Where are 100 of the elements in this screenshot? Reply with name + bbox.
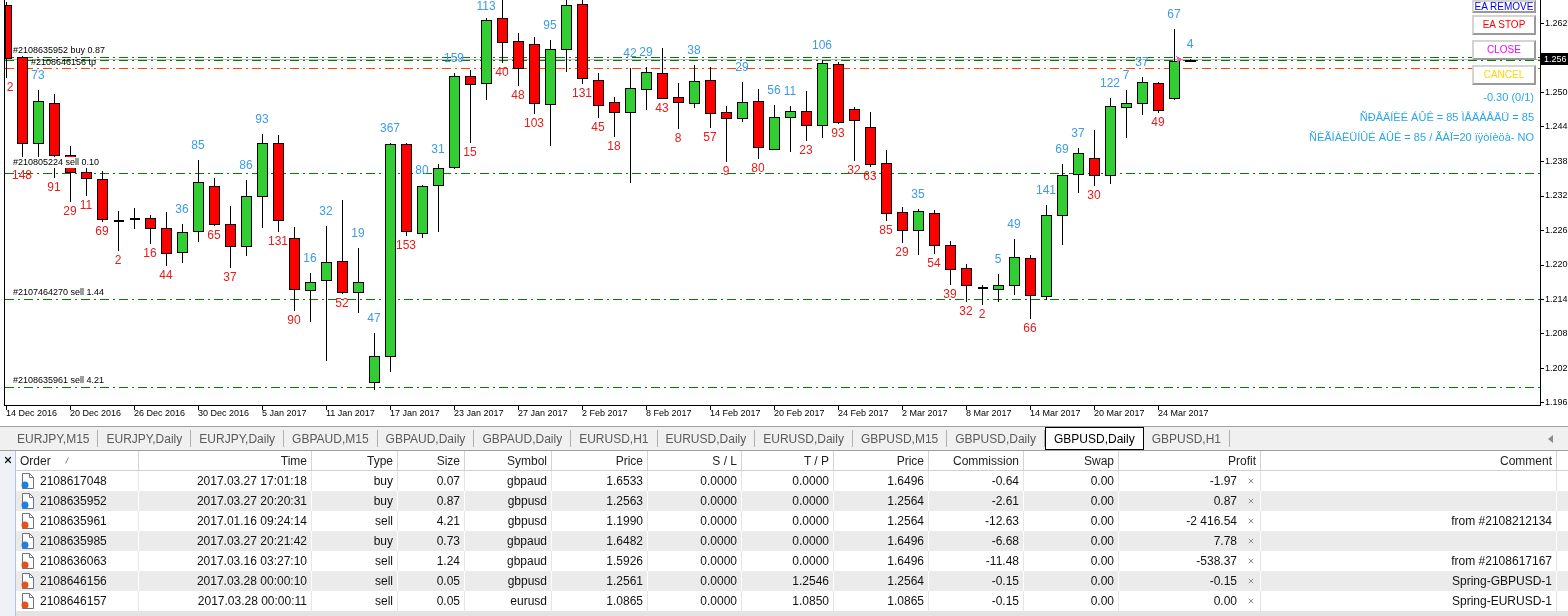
rising-candle (737, 81, 748, 123)
column-header[interactable]: Swap (1024, 451, 1119, 470)
candle-label: 54 (927, 257, 941, 269)
date-label: 26 Dec 2016 (134, 408, 186, 419)
table-cell-text: 7.78 (1213, 533, 1237, 550)
date-label: 14 Feb 2017 (710, 408, 761, 419)
candle-label: 85 (191, 139, 205, 151)
column-header[interactable]: Price (552, 451, 648, 470)
column-header[interactable]: Order (20, 451, 51, 470)
chart-tab[interactable]: EURJPY,M15 (9, 430, 99, 447)
rising-candle (1137, 76, 1148, 116)
date-label: 20 Mar 2017 (1094, 408, 1145, 419)
column-header[interactable]: Size (398, 451, 465, 470)
rising-candle (1073, 147, 1084, 194)
candle-label: 49 (1151, 116, 1165, 128)
order-label: #2108646156 tp (30, 57, 98, 68)
date-label: 14 Mar 2017 (1030, 408, 1081, 419)
falling-candle (753, 88, 764, 160)
chart-tab[interactable]: EURUSD,Daily (657, 430, 756, 447)
table-cell: -0.15 (929, 591, 1024, 611)
table-row[interactable]: 2108646157 2017.03.28 00:00:11 sell 0.05 eurusd 1.0865 0.0000 1.0850 1.0865 -0.15 0.00 0.00 Spring-EURUSD-1 (16, 591, 1568, 611)
column-header[interactable]: Commission (929, 451, 1024, 470)
candle-label: 90 (287, 314, 301, 326)
candle-label: 69 (95, 225, 109, 237)
falling-candle (97, 170, 108, 223)
table-cell-text: 2108617048 (40, 473, 107, 490)
chart-tab[interactable]: GBPAUD,M15 (284, 430, 378, 447)
chart-tab[interactable]: GBPAUD,Daily (377, 430, 475, 447)
chart-tab[interactable]: GBPUSD,M15 (852, 430, 948, 447)
candle-label: 23 (799, 144, 813, 156)
table-row[interactable]: 2108636063 2017.03.16 03:27:10 sell 1.24 gbpaud 1.5926 0.0000 0.0000 1.6496 -11.48 0.00 -538.37 from #2108617167 (16, 551, 1568, 571)
candle-label: 19 (351, 227, 365, 239)
candle-label: 95 (543, 19, 557, 31)
candle-label: 80 (751, 162, 765, 174)
chart-tab[interactable]: GBPUSD,H1 (1143, 430, 1230, 447)
rising-candle (1185, 58, 1196, 63)
candle-label: 48 (511, 89, 525, 101)
table-cell: eurusd (465, 591, 552, 611)
falling-candle (657, 47, 668, 100)
column-header[interactable]: Symbol (465, 451, 552, 470)
candle-label: 69 (1055, 143, 1069, 155)
order-label: #2108635952 buy 0.87 (12, 45, 107, 56)
date-label: 23 Jan 2017 (454, 408, 504, 419)
falling-candle (865, 111, 876, 168)
chart-tab[interactable]: EURJPY,Daily (191, 430, 285, 447)
chart-tab[interactable]: EURUSD,Daily (755, 430, 853, 447)
candle-label: 57 (703, 131, 717, 143)
column-header[interactable]: Type (312, 451, 398, 470)
candle-label: 91 (47, 181, 61, 193)
column-header[interactable]: Price (834, 451, 929, 470)
column-header[interactable]: Profit (1119, 451, 1261, 470)
caret-left-icon[interactable] (1548, 434, 1553, 443)
candle-label: 16 (143, 247, 157, 259)
column-header[interactable]: Time (139, 451, 312, 470)
candle-label: 131 (268, 235, 288, 247)
candle-label: 39 (943, 288, 957, 300)
chart-tab[interactable]: EURUSD,H1 (571, 430, 658, 447)
candle-label: 52 (335, 297, 349, 309)
chart-tab[interactable]: EURJPY,Daily (98, 430, 192, 447)
doji-candle (976, 284, 989, 306)
table-cell: Spring-EURUSD-1 (1261, 591, 1557, 611)
table-row[interactable]: 2108635985 2017.03.27 20:21:42 buy 0.73 gbpaud 1.6482 0.0000 0.0000 1.6496 -6.68 0.00 7.78 (16, 531, 1568, 551)
column-header[interactable]: S / L (648, 451, 742, 470)
candle-label: 63 (863, 170, 877, 182)
chart-tab[interactable]: GBPUSD,Daily (1044, 427, 1144, 450)
column-header[interactable]: Comment (1261, 451, 1557, 470)
candle-label: 367 (380, 122, 400, 134)
price-label: 1.220 (1545, 259, 1568, 270)
date-label: 27 Jan 2017 (518, 408, 568, 419)
candle-label: 2 (114, 254, 122, 266)
falling-candle (1089, 129, 1100, 187)
candle-label: 2 (978, 308, 986, 320)
table-row[interactable]: 2108635952 2017.03.27 20:20:31 buy 0.87 gbpusd 1.2563 0.0000 0.0000 1.2564 -2.61 0.00 0.87 (16, 491, 1568, 511)
document-icon (21, 513, 35, 529)
candle-label: 32 (319, 205, 333, 217)
table-cell: 0.00 (1024, 591, 1119, 611)
price-label: 1.202 (1545, 362, 1568, 374)
rising-candle (641, 66, 652, 111)
candle-label: 131 (572, 87, 592, 99)
document-icon (21, 573, 35, 589)
candle-label: 5 (994, 253, 1002, 265)
candle-label: 29 (639, 46, 653, 58)
close-icon[interactable] (2, 455, 13, 465)
chart-tab[interactable]: GBPUSD,Daily (947, 430, 1045, 447)
candle-label: 103 (524, 117, 544, 129)
candle-label: 30 (1087, 189, 1101, 201)
candle-label: 80 (415, 164, 429, 176)
doji-candle (128, 207, 141, 230)
stop-button[interactable]: EA STOP (1472, 15, 1536, 35)
chart-tab[interactable]: GBPAUD,Daily (474, 430, 572, 447)
column-header[interactable]: T / P (742, 451, 834, 470)
table-cell-text: 2108635961 (40, 513, 107, 530)
table-row[interactable]: 2108646156 2017.03.28 00:00:10 sell 0.05 gbpusd 1.2561 0.0000 1.2546 1.2564 -0.15 0.00 -0.15 Spring-GBPUSD-1 (16, 571, 1568, 591)
table-row[interactable]: 2108617048 2017.03.27 17:01:18 buy 0.07 gbpaud 1.6533 0.0000 0.0000 1.6496 -0.64 0.00 -1.97 (16, 471, 1568, 491)
table-cell: 1.0850 (742, 591, 834, 611)
candle-label: 18 (607, 140, 621, 152)
table-row[interactable]: 2108635961 2017.01.16 09:24:14 sell 4.21 gbpusd 1.1990 0.0000 0.0000 1.2564 -12.63 0.00 -2 416.54 from #2108212134 (16, 511, 1568, 531)
remove-button[interactable]: EA REMOVE (1472, 0, 1536, 13)
candle-label: 122 (1100, 77, 1120, 89)
falling-candle (1153, 81, 1164, 114)
